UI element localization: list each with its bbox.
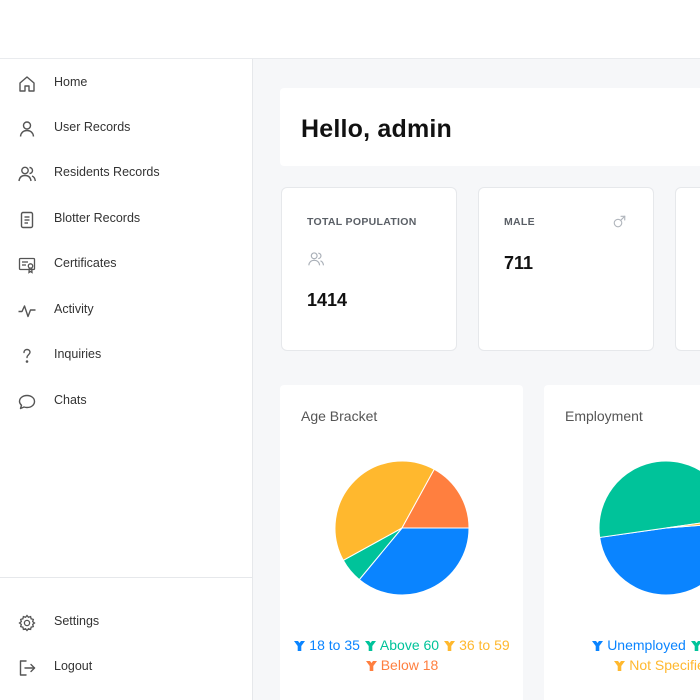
sidebar-item-label: Home (54, 75, 88, 89)
sidebar-item-chats[interactable]: Chats (0, 381, 252, 421)
sidebar-item-home[interactable]: Home (0, 63, 252, 103)
activity-icon (17, 301, 37, 321)
legend-item-18-to-35[interactable]: 18 to 35 (293, 635, 360, 655)
sidebar-item-label: Blotter Records (54, 211, 141, 225)
sidebar-item-label: Activity (54, 302, 94, 316)
sidebar-item-inquiries[interactable]: Inquiries (0, 335, 252, 375)
sidebar-item-residents-records[interactable]: Residents Records (0, 153, 252, 193)
legend-label: 36 to 59 (459, 637, 510, 653)
sidebar-item-label: Residents Records (54, 165, 160, 179)
stat-label: TOTAL POPULATION (307, 216, 417, 228)
stat-card-partial (675, 187, 700, 351)
sidebar-item-logout[interactable]: Logout (0, 647, 252, 687)
stat-value: 711 (504, 253, 534, 273)
legend-label: Unemployed (607, 637, 686, 653)
chart-legend: UnemployedEm Not Specifie (544, 635, 700, 675)
legend-label: Above 60 (379, 637, 440, 653)
question-icon (17, 346, 37, 366)
home-icon (17, 74, 37, 94)
sidebar-item-label: Chats (54, 393, 87, 407)
user-icon (17, 119, 37, 139)
stat-label: MALE (504, 216, 535, 228)
sidebar-item-label: Settings (54, 614, 100, 628)
sidebar-divider (0, 577, 252, 578)
sidebar-item-user-records[interactable]: User Records (0, 108, 252, 148)
users-icon (17, 164, 37, 184)
legend-item-36-to-59[interactable]: 36 to 59 (443, 635, 510, 655)
stat-card-male: MALE 711 (478, 187, 654, 351)
top-bar (0, 0, 700, 59)
sidebar-item-blotter-records[interactable]: Blotter Records (0, 199, 252, 239)
chat-icon (17, 392, 37, 412)
sidebar-item-label: Certificates (54, 256, 117, 270)
page-title: Hello, admin (301, 115, 453, 143)
male-icon (612, 214, 627, 234)
legend-label: Not Specifie (629, 657, 700, 673)
users-icon (307, 250, 325, 273)
legend-item-unemployed[interactable]: Unemployed (591, 635, 686, 655)
certificate-icon (17, 255, 37, 275)
sidebar-item-settings[interactable]: Settings (0, 602, 252, 642)
document-icon (17, 210, 37, 230)
sidebar-item-label: Inquiries (54, 347, 102, 361)
legend-item-not-specified[interactable]: Not Specifie (613, 655, 700, 675)
stat-value: 1414 (307, 290, 348, 310)
legend-item-below-18[interactable]: Below 18 (365, 655, 439, 675)
sidebar-item-label: Logout (54, 659, 93, 673)
chart-card-employment: Employment UnemployedEmNot Specifie (544, 385, 700, 700)
legend-label: 18 to 35 (309, 637, 360, 653)
legend-item-employed[interactable]: Em (690, 635, 700, 655)
stat-card-total-population: TOTAL POPULATION 1414 (281, 187, 457, 351)
sidebar-item-certificates[interactable]: Certificates (0, 244, 252, 284)
logout-icon (17, 658, 37, 678)
legend-item-above-60[interactable]: Above 60 (364, 635, 439, 655)
sidebar-item-label: User Records (54, 120, 131, 134)
greeting-card: Hello, admin (280, 88, 700, 166)
sidebar: Home User Records Residents Records Blot… (0, 59, 253, 700)
legend-label: Below 18 (380, 657, 439, 673)
chart-legend: 18 to 35 Above 60 36 to 59 Below 18 (280, 635, 523, 675)
chart-card-age-bracket: Age Bracket 18 to 35 Above 60 36 to 59 Belo… (280, 385, 523, 700)
sidebar-item-activity[interactable]: Activity (0, 290, 252, 330)
gear-icon (17, 613, 37, 633)
